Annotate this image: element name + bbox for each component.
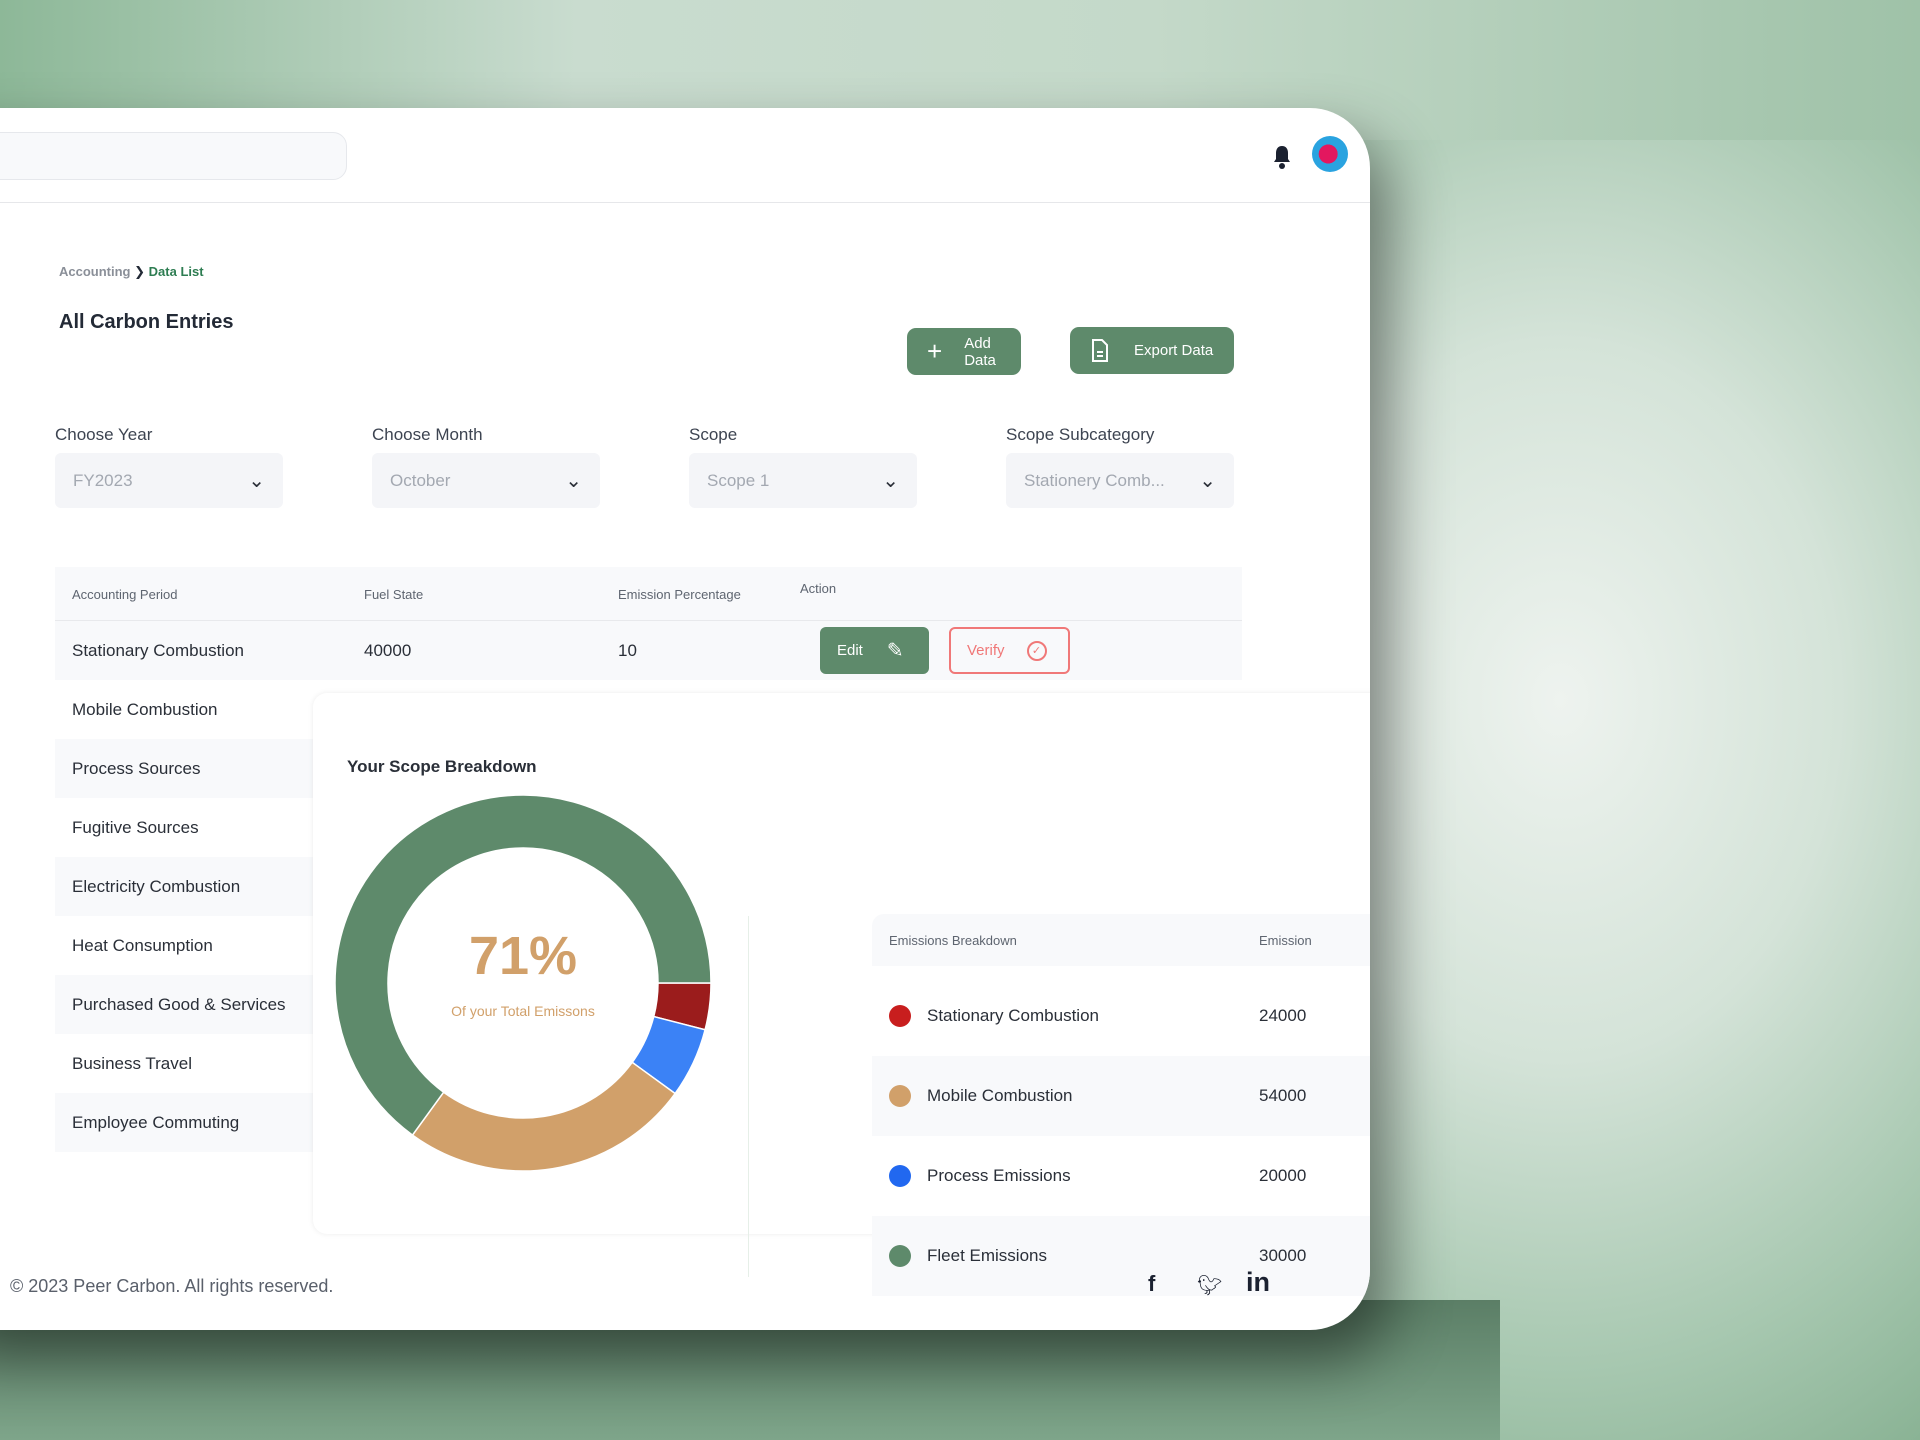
emission-value: 20000 [1259, 1166, 1307, 1185]
period-cell: Mobile Combustion [72, 699, 218, 719]
period-cell: Process Sources [72, 758, 201, 778]
chevron-right-icon: ❯ [134, 264, 146, 279]
table-row: Mobile Combustion [55, 680, 355, 739]
emission-value: 54000 [1259, 1086, 1307, 1105]
emission-row: Fleet Emissions 30000 [872, 1216, 1370, 1296]
scope-value: Scope 1 [707, 470, 770, 490]
chevron-down-icon: ⌄ [248, 470, 265, 492]
verify-label: Verify [967, 642, 1005, 659]
emission-value: 30000 [1259, 1246, 1307, 1265]
facebook-icon[interactable]: f [1148, 1271, 1155, 1297]
emission-value: 24000 [1259, 1006, 1307, 1025]
export-data-label: Export Data [1134, 342, 1214, 359]
emission-name: Process Emissions [927, 1166, 1071, 1185]
donut-center-value: 71% [468, 926, 578, 986]
scope-breakdown-panel: Your Scope Breakdown 71% Of your Total E… [313, 693, 1370, 1296]
donut-center-caption: Of your Total Emissons [451, 1003, 595, 1019]
filter-scope-label: Scope [689, 425, 738, 444]
breadcrumb-parent[interactable]: Accounting [59, 264, 131, 279]
scope-dropdown[interactable]: Scope 1 ⌄ [689, 453, 917, 508]
col-emissions-breakdown: Emissions Breakdown [889, 933, 1017, 948]
year-dropdown[interactable]: FY2023 ⌄ [55, 453, 283, 508]
chevron-down-icon: ⌄ [882, 470, 899, 492]
period-cell: Employee Commuting [72, 1112, 240, 1132]
breadcrumb: Accounting ❯ Data List [59, 264, 204, 280]
edit-label: Edit [837, 642, 863, 659]
table-row: Employee Commuting [55, 1093, 355, 1152]
col-emission-percentage: Emission Percentage [618, 587, 741, 602]
filter-subcategory-label: Scope Subcategory [1006, 425, 1155, 444]
emission-row: Mobile Combustion 54000 [872, 1056, 1370, 1136]
period-cell: Purchased Good & Services [72, 994, 286, 1014]
emission-name: Stationary Combustion [927, 1006, 1099, 1025]
emission-name: Mobile Combustion [927, 1086, 1073, 1105]
subcategory-value: Stationery Comb... [1024, 470, 1165, 490]
period-cell: Stationary Combustion [72, 640, 244, 660]
plus-icon: + [927, 336, 943, 366]
col-accounting-period: Accounting Period [72, 587, 178, 602]
period-cell: Fugitive Sources [72, 817, 199, 837]
chevron-down-icon: ⌄ [1199, 470, 1216, 492]
donut-slice-mobile-combustion [411, 1061, 677, 1172]
legend-dot [889, 1085, 911, 1107]
linkedin-icon[interactable]: in [1246, 1267, 1270, 1298]
col-action: Action [800, 581, 837, 596]
period-cell: Business Travel [72, 1053, 192, 1073]
breakdown-title: Your Scope Breakdown [347, 757, 537, 776]
filter-year-label: Choose Year [55, 425, 153, 444]
avatar[interactable] [1312, 136, 1348, 172]
table-row: Process Sources [55, 739, 355, 798]
emissions-table-header: Emissions Breakdown Emission [872, 914, 1370, 966]
period-cell: Heat Consumption [72, 935, 213, 955]
emission-name: Fleet Emissions [927, 1246, 1047, 1265]
check-circle-icon: ✓ [1026, 640, 1047, 661]
table-row: Stationary Combustion 40000 10 Edit ✎ Ver… [55, 621, 1242, 680]
table-row: Heat Consumption [55, 916, 355, 975]
month-dropdown[interactable]: October ⌄ [372, 453, 600, 508]
bell-icon[interactable] [1270, 144, 1294, 170]
verify-button[interactable]: Verify ✓ [949, 627, 1070, 674]
export-data-button[interactable]: Export Data [1070, 327, 1234, 374]
year-value: FY2023 [73, 470, 133, 490]
month-value: October [390, 470, 451, 490]
divider [748, 916, 749, 1277]
col-fuel-state: Fuel State [364, 587, 424, 602]
subcategory-dropdown[interactable]: Stationery Comb... ⌄ [1006, 453, 1234, 508]
chevron-down-icon: ⌄ [565, 470, 582, 492]
legend-dot [889, 1165, 911, 1187]
table-row: Purchased Good & Services [55, 975, 355, 1034]
copyright: © 2023 Peer Carbon. All rights reserved. [10, 1276, 334, 1296]
table-row: Electricity Combustion [55, 857, 355, 916]
table-header: Accounting Period Fuel State Emission Pe… [55, 567, 1242, 621]
search-input[interactable]: ch [0, 132, 347, 180]
add-data-label: Add Data [964, 334, 996, 369]
document-icon [1092, 338, 1108, 362]
table-row: Business Travel [55, 1034, 355, 1093]
page-title: All Carbon Entries [59, 311, 234, 333]
legend-dot [889, 1245, 911, 1267]
add-data-button[interactable]: + Add Data [907, 328, 1021, 375]
app-window: ch Accounting ❯ Data List All Carbon Ent… [0, 108, 1370, 1330]
breadcrumb-current: Data List [148, 264, 204, 279]
pct-cell: 10 [618, 640, 637, 660]
header-divider [0, 202, 1370, 203]
fuel-cell: 40000 [364, 640, 412, 660]
edit-icon: ✎ [886, 640, 904, 662]
table-row: Fugitive Sources [55, 798, 355, 857]
twitter-icon[interactable]: 🐦︎ [1197, 1273, 1222, 1298]
legend-dot [889, 1005, 911, 1027]
period-cell: Electricity Combustion [72, 876, 241, 896]
filter-month-label: Choose Month [372, 425, 483, 444]
emission-row: Process Emissions 20000 [872, 1136, 1370, 1216]
edit-button[interactable]: Edit ✎ [820, 627, 929, 674]
col-emission: Emission [1259, 933, 1312, 948]
emission-row: Stationary Combustion 24000 [872, 976, 1370, 1056]
